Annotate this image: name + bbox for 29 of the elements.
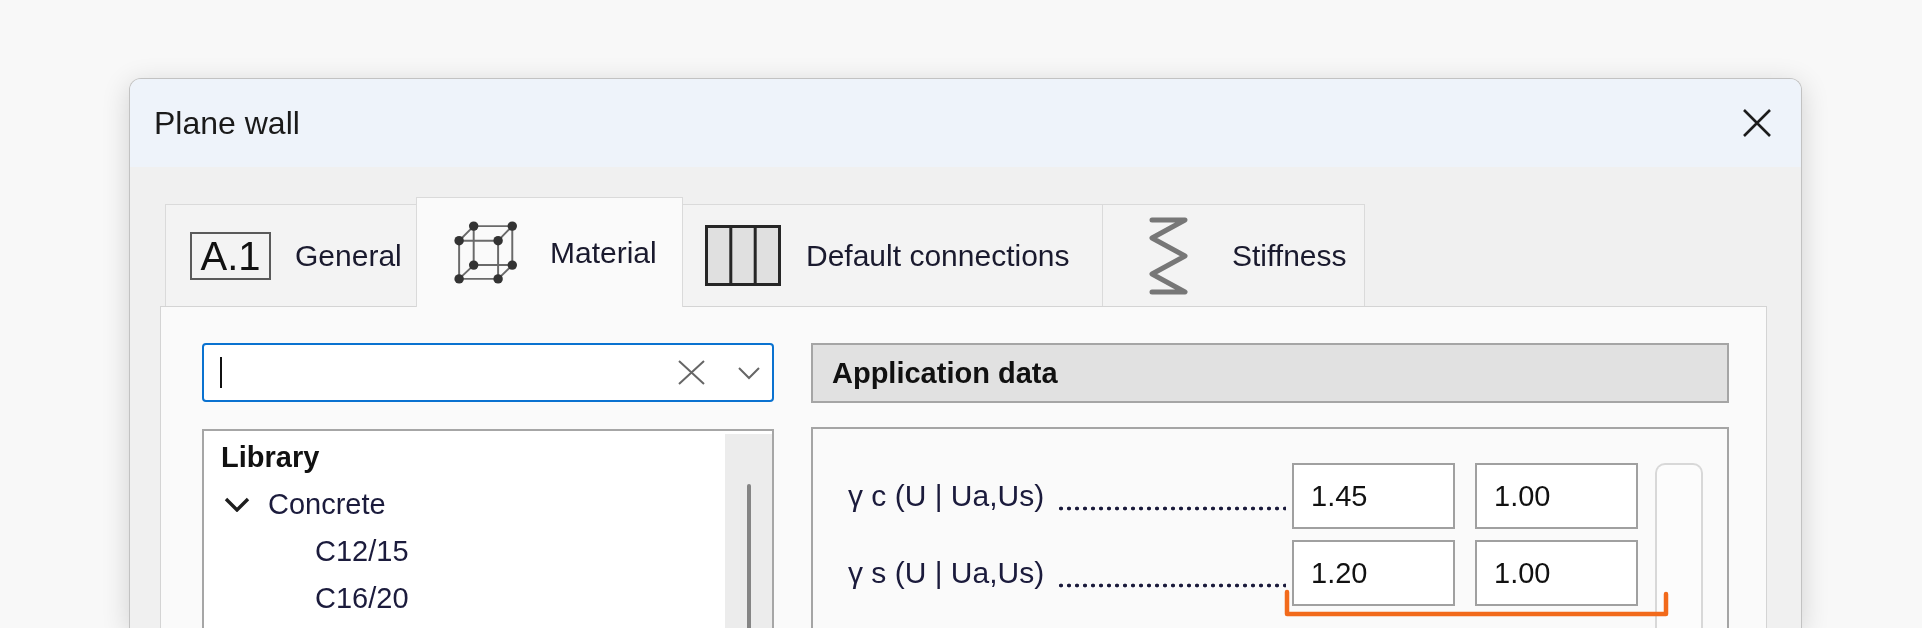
value-field[interactable]: 1.20 — [1292, 540, 1455, 606]
spring-icon — [1148, 215, 1189, 296]
close-icon — [1742, 108, 1772, 138]
section-number: A.1 — [190, 231, 271, 280]
search-field[interactable] — [202, 343, 774, 402]
clear-icon — [677, 359, 706, 386]
tab[interactable]: A.1 General — [165, 204, 417, 306]
tree-item[interactable]: C12/15 — [204, 528, 725, 575]
chevron-down-icon[interactable] — [224, 497, 250, 512]
tab[interactable]: Material — [416, 197, 683, 307]
tab[interactable]: Stiffness — [1102, 204, 1365, 306]
chevron-down-icon — [737, 364, 761, 381]
tree-heading: Library — [220, 440, 321, 475]
value-field[interactable]: 1.00 — [1475, 540, 1638, 606]
window-title: Plane wall — [154, 104, 301, 142]
tree-item[interactable]: C16/20 — [204, 575, 725, 622]
text-cursor-icon — [220, 357, 222, 388]
value-field[interactable]: 1.45 — [1292, 463, 1455, 529]
dropdown-button[interactable] — [737, 364, 761, 381]
field-label: γ s (U | Ua,Us) — [848, 556, 1045, 590]
section-header: Application data — [811, 343, 1729, 403]
clear-button[interactable] — [677, 359, 706, 386]
scrollbar[interactable] — [725, 434, 772, 628]
value-field[interactable]: 1.00 — [1475, 463, 1638, 529]
tree-item[interactable]: Concrete — [204, 481, 725, 528]
scrollbar-thumb[interactable] — [746, 484, 751, 628]
cube-icon — [454, 221, 517, 284]
field-label: γ c (U | Ua,Us) — [848, 479, 1045, 513]
columns-icon — [705, 225, 781, 286]
